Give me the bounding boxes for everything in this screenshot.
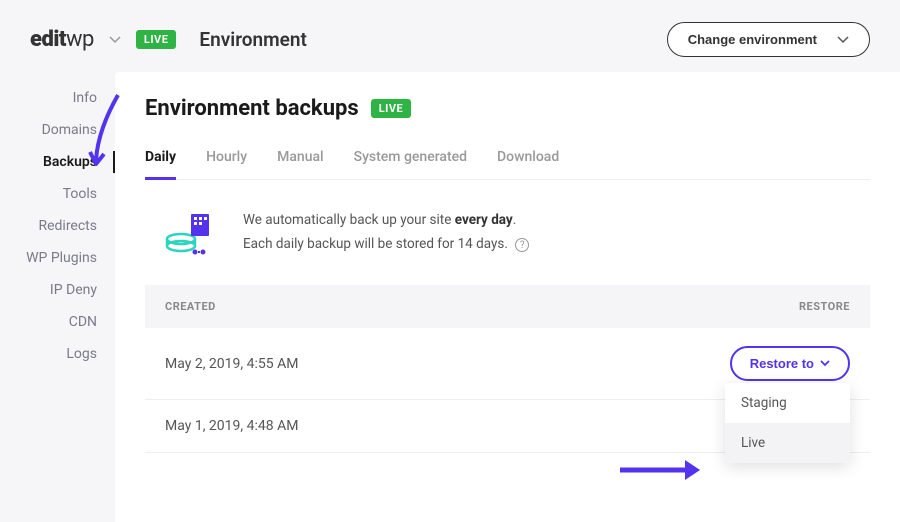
sidebar-item-info[interactable]: Info bbox=[0, 82, 115, 114]
page-badge: LIVE bbox=[371, 99, 412, 118]
env-label: Environment bbox=[199, 28, 306, 51]
dropdown-item-staging[interactable]: Staging bbox=[725, 383, 850, 423]
restore-dropdown: Staging Live bbox=[725, 383, 850, 463]
change-env-label: Change environment bbox=[688, 32, 817, 47]
sidebar-item-cdn[interactable]: CDN bbox=[0, 306, 115, 338]
change-environment-button[interactable]: Change environment bbox=[667, 22, 870, 57]
tab-manual[interactable]: Manual bbox=[277, 149, 323, 179]
tab-daily[interactable]: Daily bbox=[145, 149, 176, 180]
table-header: CREATED RESTORE bbox=[145, 285, 870, 328]
help-icon[interactable]: ? bbox=[515, 238, 529, 252]
chevron-down-icon[interactable] bbox=[109, 32, 121, 48]
chevron-down-icon bbox=[837, 36, 849, 44]
col-restore: RESTORE bbox=[799, 300, 850, 313]
col-created: CREATED bbox=[165, 300, 216, 313]
tab-system-generated[interactable]: System generated bbox=[354, 149, 467, 179]
info-box: We automatically back up your site every… bbox=[145, 208, 870, 285]
chevron-down-icon bbox=[820, 360, 830, 367]
sidebar-item-backups[interactable]: Backups bbox=[0, 146, 115, 178]
top-header: editwp LIVE Environment Change environme… bbox=[0, 0, 900, 72]
main-area: Info Domains Backups Tools Redirects WP … bbox=[0, 72, 900, 522]
restore-label: Restore to bbox=[750, 356, 814, 371]
sidebar-item-redirects[interactable]: Redirects bbox=[0, 210, 115, 242]
sidebar-item-domains[interactable]: Domains bbox=[0, 114, 115, 146]
restore-button[interactable]: Restore to bbox=[730, 346, 850, 381]
header-left: editwp LIVE Environment bbox=[30, 27, 307, 52]
sidebar-item-tools[interactable]: Tools bbox=[0, 178, 115, 210]
page-title-row: Environment backups LIVE bbox=[145, 96, 870, 121]
sidebar-item-logs[interactable]: Logs bbox=[0, 338, 115, 370]
sidebar: Info Domains Backups Tools Redirects WP … bbox=[0, 72, 115, 522]
created-cell: May 1, 2019, 4:48 AM bbox=[165, 418, 298, 434]
content-panel: Environment backups LIVE Daily Hourly Ma… bbox=[115, 72, 900, 522]
dropdown-item-live[interactable]: Live bbox=[725, 423, 850, 463]
env-badge: LIVE bbox=[136, 30, 177, 49]
tab-hourly[interactable]: Hourly bbox=[206, 149, 247, 179]
sidebar-item-wp-plugins[interactable]: WP Plugins bbox=[0, 242, 115, 274]
table-row: May 2, 2019, 4:55 AM Restore to Staging … bbox=[145, 328, 870, 400]
logo[interactable]: editwp bbox=[30, 27, 94, 52]
page-title: Environment backups bbox=[145, 96, 359, 121]
sidebar-item-ip-deny[interactable]: IP Deny bbox=[0, 274, 115, 306]
tab-download[interactable]: Download bbox=[497, 149, 559, 179]
info-text: We automatically back up your site every… bbox=[243, 208, 529, 257]
tabs: Daily Hourly Manual System generated Dow… bbox=[145, 149, 870, 180]
backup-illustration-icon bbox=[163, 208, 215, 260]
created-cell: May 2, 2019, 4:55 AM bbox=[165, 356, 298, 372]
